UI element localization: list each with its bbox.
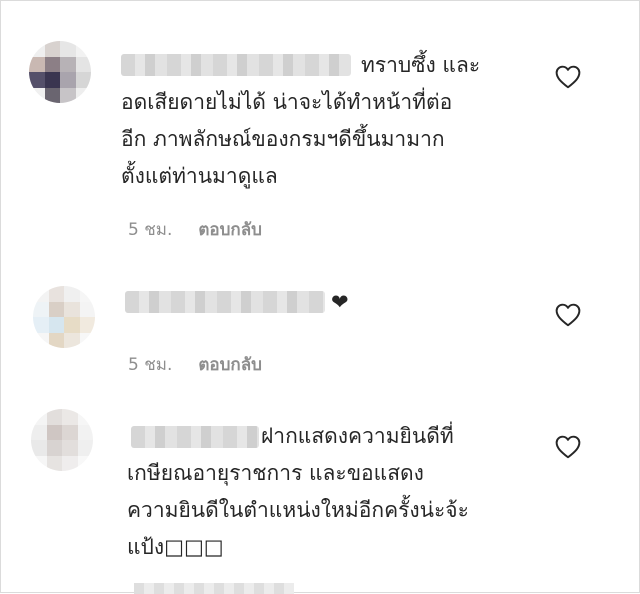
avatar[interactable] [29,41,91,103]
reply-button[interactable]: ตอบกลับ [198,216,262,243]
comment-time: 5 ชม. [128,220,173,240]
heart-outline-icon [555,303,581,327]
like-button[interactable] [555,65,581,89]
comment-text: ❤ [331,290,349,314]
comment-meta: 5 ชม. ตอบกลับ [128,351,262,378]
avatar[interactable] [31,409,93,471]
comment-time: 5 ชม. [128,355,173,375]
cut-off-comment-meta [134,583,294,594]
like-button[interactable] [555,435,581,459]
reply-button[interactable]: ตอบกลับ [198,351,262,378]
like-button[interactable] [555,303,581,327]
comment-text: ทราบซึ้ง และ อดเสียดายไม่ได้ น่าจะได้ทำห… [121,53,481,188]
avatar[interactable] [33,286,95,348]
heart-outline-icon [555,65,581,89]
comment-text: ฝากแสดงความยินดีที่ เกษียณอายุราชการ และ… [127,424,469,559]
comments-panel: ทราบซึ้ง และ อดเสียดายไม่ได้ น่าจะได้ทำห… [0,0,640,594]
comment-meta: 5 ชม. ตอบกลับ [128,216,262,243]
heart-outline-icon [555,435,581,459]
username-redacted[interactable] [125,291,325,313]
